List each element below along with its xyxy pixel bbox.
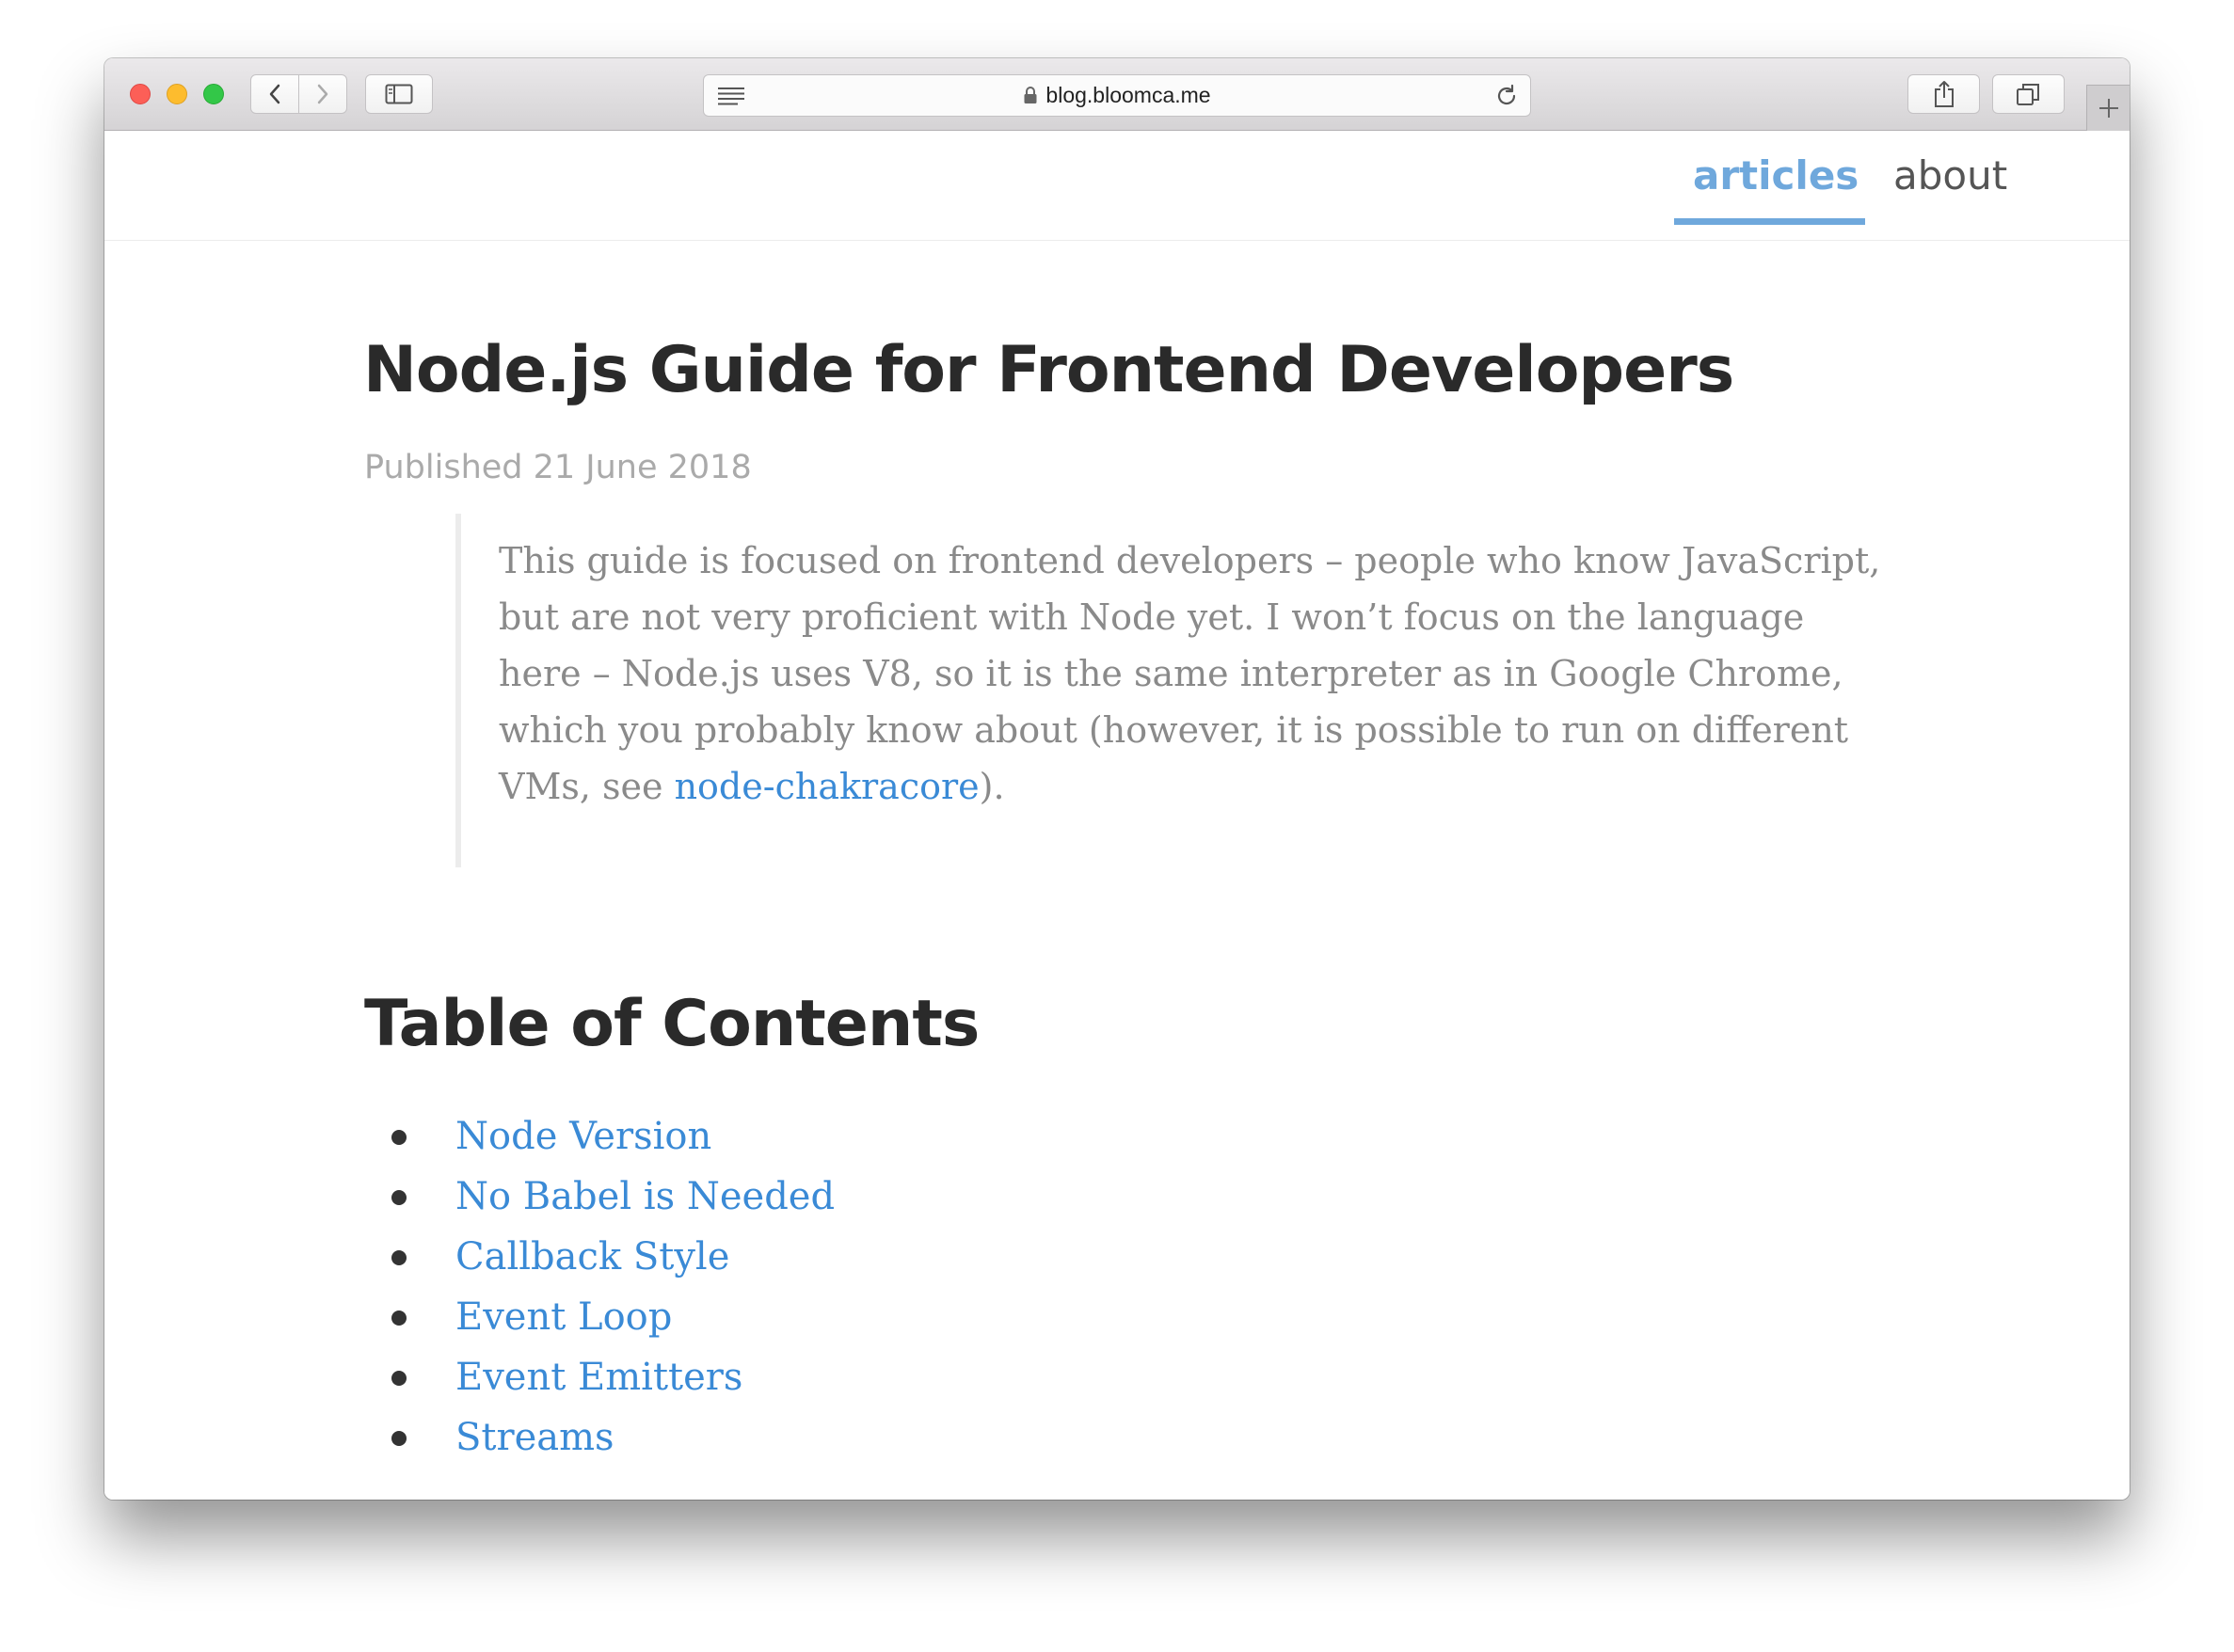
list-item: Callback Style [363, 1227, 835, 1287]
active-nav-indicator [1674, 218, 1865, 225]
sidebar-icon [385, 84, 413, 104]
chevron-right-icon [317, 84, 328, 104]
address-bar[interactable]: blog.bloomca.me [703, 74, 1531, 117]
node-chakracore-link[interactable]: node-chakracore [675, 766, 980, 807]
browser-window: blog.bloomca.me articles about Node.js G… [104, 58, 2130, 1500]
list-item: Streams [363, 1407, 835, 1468]
forward-button[interactable] [298, 75, 346, 113]
intro-prefix: VMs, see [499, 766, 675, 807]
list-item: Node Version [363, 1106, 835, 1167]
list-item: Event Loop [363, 1287, 835, 1347]
intro-line: here – Node.js uses V8, so it is the sam… [499, 653, 1843, 694]
bullet-icon [391, 1431, 407, 1446]
sidebar-toggle-button[interactable] [365, 74, 433, 114]
browser-toolbar: blog.bloomca.me [104, 58, 2130, 131]
close-window-button[interactable] [130, 84, 151, 104]
toc-link-node-version[interactable]: Node Version [455, 1115, 711, 1158]
toc-link-streams[interactable]: Streams [455, 1416, 614, 1459]
new-tab-button[interactable] [2086, 85, 2130, 131]
maximize-window-button[interactable] [203, 84, 224, 104]
plus-icon [2098, 99, 2118, 118]
chevron-left-icon [269, 84, 280, 104]
back-button[interactable] [251, 75, 298, 113]
toc-title: Table of Contents [364, 987, 980, 1061]
tabs-icon [2016, 84, 2039, 105]
toc-link-no-babel[interactable]: No Babel is Needed [455, 1175, 835, 1218]
intro-line: but are not very proficient with Node ye… [499, 596, 1805, 638]
bullet-icon [391, 1310, 407, 1326]
list-item: No Babel is Needed [363, 1167, 835, 1227]
intro-blockquote: This guide is focused on frontend develo… [455, 514, 1961, 867]
share-button[interactable] [1907, 74, 1980, 114]
intro-line: which you probably know about (however, … [499, 709, 1849, 751]
address-url: blog.bloomca.me [1045, 83, 1211, 107]
post-title: Node.js Guide for Frontend Developers [363, 333, 1734, 407]
bullet-icon [391, 1371, 407, 1386]
post-date: Published 21 June 2018 [364, 449, 752, 486]
intro-line: This guide is focused on frontend develo… [499, 540, 1881, 581]
address-url-container: blog.bloomca.me [704, 75, 1530, 116]
toc-link-event-emitters[interactable]: Event Emitters [455, 1356, 742, 1399]
lock-icon [1024, 86, 1037, 103]
intro-suffix: ). [979, 766, 1005, 807]
list-item: Event Emitters [363, 1347, 835, 1407]
bullet-icon [391, 1190, 407, 1205]
toc-link-event-loop[interactable]: Event Loop [455, 1295, 672, 1339]
nav-articles-link[interactable]: articles [1693, 151, 1859, 200]
reload-icon[interactable] [1494, 84, 1519, 108]
tabs-overview-button[interactable] [1992, 74, 2065, 114]
intro-line-last: VMs, see node-chakracore). [499, 758, 1961, 815]
toc-link-callback-style[interactable]: Callback Style [455, 1235, 729, 1279]
share-icon [1934, 81, 1954, 107]
bullet-icon [391, 1130, 407, 1145]
history-nav-group [250, 74, 347, 114]
nav-about-link[interactable]: about [1893, 151, 2007, 200]
bullet-icon [391, 1250, 407, 1265]
minimize-window-button[interactable] [167, 84, 187, 104]
toc-list: Node Version No Babel is Needed Callback… [363, 1106, 835, 1468]
